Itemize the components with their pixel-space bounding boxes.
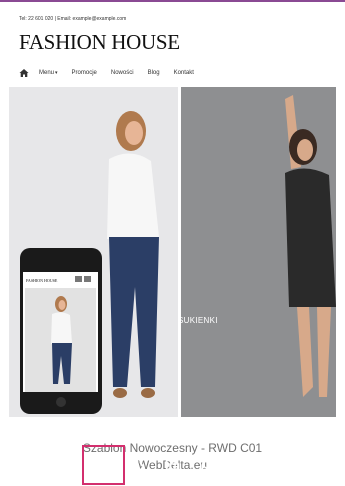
edit-button[interactable] [81, 444, 125, 485]
category-label[interactable]: SUKIENKI [178, 316, 218, 325]
phone-photo [25, 288, 96, 392]
search-button[interactable] [47, 449, 83, 485]
nav-item-kontakt[interactable]: Kontakt [174, 70, 194, 76]
top-accent-line [0, 0, 345, 2]
phone-search-button [84, 276, 91, 282]
nav-item-promocje[interactable]: Promocje [72, 70, 97, 76]
phone-home-button [56, 397, 66, 407]
pencil-icon [94, 459, 108, 473]
check-circle-icon [201, 459, 216, 474]
phone-brand: FASHION HOUSE [26, 278, 58, 283]
close-icon [238, 460, 251, 473]
phone-screen: FASHION HOUSE [23, 272, 98, 392]
duplicate-button[interactable] [155, 449, 191, 485]
phone-model-figure [51, 296, 72, 384]
close-button[interactable] [227, 449, 263, 485]
nav-item-blog[interactable]: Blog [148, 70, 160, 76]
phone-menu-button [75, 276, 82, 282]
contact-info: Tel: 22 601 020 | Email: example@example… [19, 16, 127, 22]
code-icon [128, 460, 145, 473]
settings-button[interactable] [263, 449, 299, 485]
home-icon[interactable] [19, 68, 29, 78]
nav-item-menu-label: Menu [39, 70, 55, 76]
hero-right-photo[interactable] [181, 87, 336, 417]
gear-icon [272, 458, 289, 475]
code-button[interactable] [119, 449, 155, 485]
editor-toolbar [0, 444, 345, 486]
site-logo[interactable]: FASHION HOUSE [19, 30, 180, 55]
search-icon [57, 459, 72, 474]
nav-item-nowosci[interactable]: Nowości [111, 70, 134, 76]
chevron-down-icon: ▾ [55, 70, 58, 76]
model-figure-right [285, 95, 336, 397]
nav-item-menu[interactable]: Menu▾ [39, 70, 58, 76]
main-navigation: Menu▾ Promocje Nowości Blog Kontakt [19, 67, 208, 79]
confirm-button[interactable] [191, 449, 227, 485]
copy-icon [165, 459, 180, 474]
